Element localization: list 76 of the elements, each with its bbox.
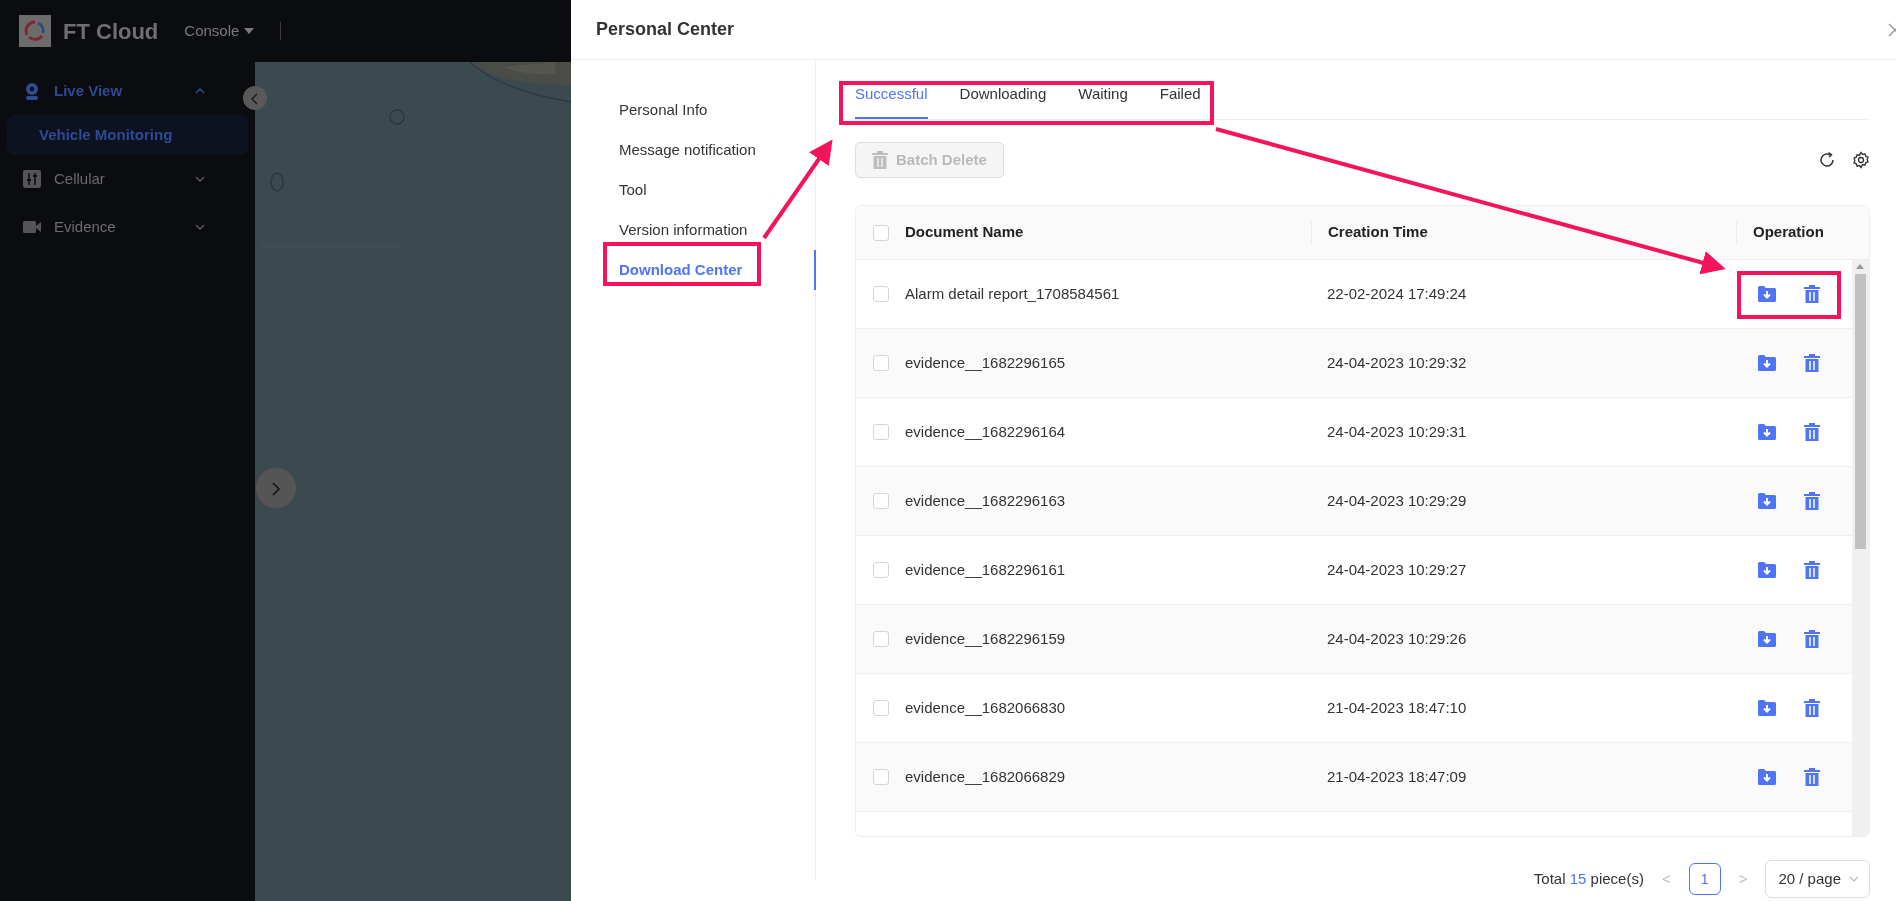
chevron-down-icon [195,224,205,230]
caret-icon [244,28,255,34]
menu-item[interactable]: Message notification [571,130,815,170]
tab[interactable]: Failed [1159,82,1201,119]
checkbox[interactable] [872,562,889,578]
tab[interactable]: Downloading [959,82,1047,119]
page-button[interactable]: 1 [1688,863,1721,895]
app-name: FT Cloud [63,17,159,46]
download-icon[interactable] [1758,630,1776,648]
table-cell: Alarm detail report_1708584561 [905,284,1120,302]
chevron-right-icon [271,481,281,496]
menu-item[interactable]: Tool [571,170,815,210]
delete-icon[interactable] [1804,285,1820,303]
delete-icon[interactable] [1804,354,1820,372]
drawer-title: Personal Center [596,18,735,41]
scrollbar[interactable] [1852,260,1869,836]
delete-icon[interactable] [1804,699,1820,717]
delete-icon[interactable] [1804,423,1820,441]
chevron-down-icon [195,176,205,182]
table-cell: evidence__1682296165 [905,353,1066,371]
table-cell: evidence__1682296164 [905,422,1066,440]
chevron-left-icon [251,92,259,105]
logo-icon [19,15,51,47]
table-cell: 24-04-2023 10:29:32 [1327,353,1467,371]
download-icon[interactable] [1758,423,1776,441]
table-cell: evidence__1682296159 [905,629,1066,647]
sidebar-item[interactable]: Live View [0,67,227,115]
table-cell: evidence__1682066829 [905,767,1066,785]
console-menu[interactable]: Console [184,19,255,43]
table-cell: 22-02-2024 17:49:24 [1327,284,1467,302]
table-cell: 24-04-2023 10:29:27 [1327,560,1467,578]
checkbox[interactable] [872,631,889,647]
table-cell: 24-04-2023 10:29:26 [1327,629,1467,647]
download-icon[interactable] [1758,354,1776,372]
download-icon[interactable] [1758,561,1776,579]
download-icon[interactable] [1758,768,1776,786]
total-count: Total 15 piece(s) [1533,868,1644,889]
table-cell: 24-04-2023 10:29:31 [1327,422,1467,440]
chevron-down-icon [1849,876,1859,882]
delete-icon[interactable] [1804,561,1820,579]
page-size-select[interactable]: 20 / page [1765,860,1870,898]
checkbox[interactable] [872,769,889,785]
table-cell: 21-04-2023 18:47:09 [1327,767,1467,785]
download-icon[interactable] [1758,492,1776,510]
download-icon[interactable] [1758,285,1776,303]
checkbox[interactable] [872,493,889,509]
table-cell: 24-04-2023 10:29:29 [1327,491,1467,509]
column-header: Creation Time [1328,223,1428,241]
table-cell: 21-04-2023 18:47:10 [1327,698,1467,716]
checkbox[interactable] [872,355,889,371]
tab[interactable]: Waiting [1078,82,1128,119]
column-header: Operation [1753,223,1824,241]
checkbox[interactable] [872,286,889,302]
sidebar-subitem[interactable]: Vehicle Monitoring [7,115,248,155]
menu-item[interactable]: Version information [571,210,815,250]
trash-icon [872,151,888,169]
download-icon[interactable] [1758,699,1776,717]
table-cell: evidence__1682296163 [905,491,1066,509]
delete-icon[interactable] [1804,768,1820,786]
chevron-up-icon [195,88,205,94]
refresh-icon[interactable] [1818,151,1836,169]
delete-icon[interactable] [1804,630,1820,648]
sidebar-item[interactable]: Cellular [0,155,227,203]
checkbox[interactable] [872,224,889,241]
menu-item[interactable]: Personal Info [571,90,815,130]
table-cell: evidence__1682066830 [905,698,1066,716]
tab[interactable]: Successful [855,82,928,119]
checkbox[interactable] [872,700,889,716]
sidebar-item[interactable]: Evidence [0,203,227,251]
column-header: Document Name [905,223,1024,241]
settings-icon[interactable] [1852,151,1870,169]
menu-item[interactable]: Download Center [571,250,815,290]
checkbox[interactable] [872,424,889,440]
sliders-icon [22,169,42,189]
delete-icon[interactable] [1804,492,1820,510]
table-cell: evidence__1682296161 [905,560,1066,578]
